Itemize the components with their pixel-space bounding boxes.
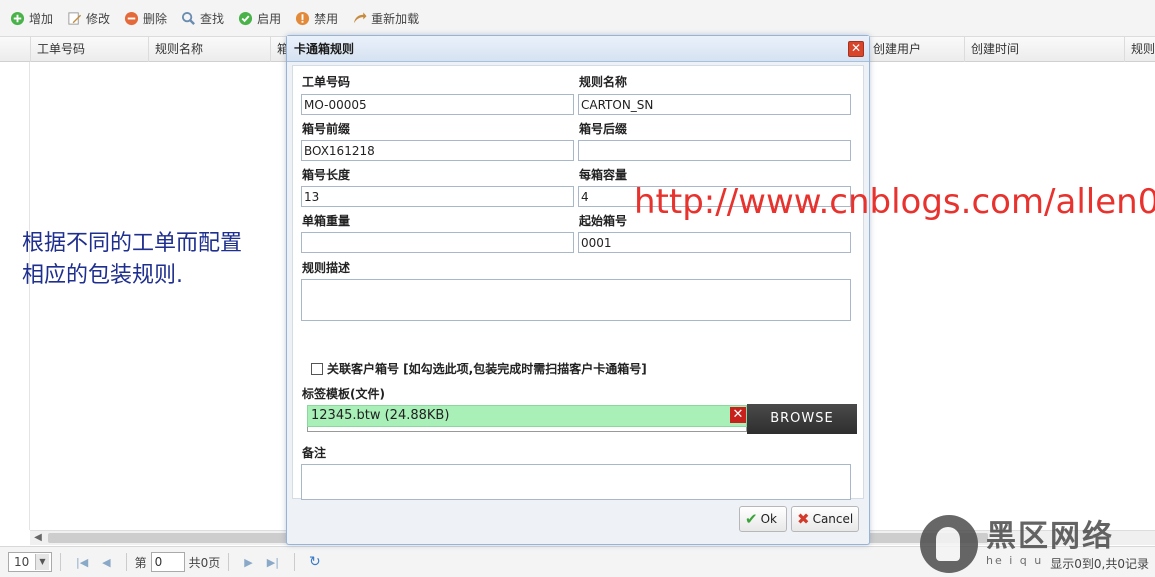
box-length-label: 箱号长度 [302, 168, 351, 182]
reload-button-label: 重新加载 [371, 11, 420, 26]
box-length-input[interactable] [301, 186, 574, 207]
add-button-label: 增加 [29, 11, 54, 26]
start-no-input[interactable] [578, 232, 851, 253]
column-header-box[interactable]: 箱 [270, 37, 286, 62]
dialog-footer: ✔ Ok ✖ Cancel [287, 502, 869, 544]
scroll-left-icon[interactable]: ◀ [30, 531, 46, 545]
next-page-icon[interactable]: ▶ [244, 556, 252, 569]
start-no-label: 起始箱号 [579, 214, 628, 228]
disable-button[interactable]: 禁用 [295, 10, 338, 27]
template-label: 标签模板(文件) [302, 387, 385, 401]
disable-icon [295, 11, 310, 26]
logo-text: 黑区网络 [986, 519, 1114, 554]
enable-icon [238, 11, 253, 26]
box-weight-input[interactable] [301, 232, 574, 253]
customer-box-checkbox-label: 关联客户箱号 [如勾选此项,包装完成时需扫描客户卡通箱号] [327, 362, 647, 376]
delete-button[interactable]: 删除 [124, 10, 167, 27]
column-header-rule-name[interactable]: 规则名称 [148, 37, 270, 62]
pager-separator [228, 553, 230, 571]
page-total-label: 共0页 [188, 555, 221, 570]
ok-button[interactable]: ✔ Ok [739, 506, 787, 532]
remove-file-icon[interactable]: ✕ [730, 407, 746, 423]
logo-watermark: 黑区网络 he i q u [920, 510, 1155, 577]
chevron-down-icon[interactable]: ▼ [35, 554, 49, 570]
rule-desc-textarea[interactable] [301, 279, 851, 321]
enable-button[interactable]: 启用 [238, 10, 281, 27]
enable-button-label: 启用 [257, 11, 282, 26]
browse-button[interactable]: BROWSE [747, 404, 857, 434]
cancel-icon: ✖ [797, 510, 810, 528]
close-icon[interactable]: ✕ [848, 41, 864, 57]
logo-icon [920, 514, 978, 573]
prev-page-icon[interactable]: ◀ [102, 556, 110, 569]
edit-icon [67, 11, 82, 26]
box-capacity-label: 每箱容量 [579, 168, 628, 182]
remark-textarea[interactable] [301, 464, 851, 500]
column-header-created-by[interactable]: 创建用户 [866, 37, 964, 62]
pager-separator [125, 553, 127, 571]
annotation-text: 根据不同的工单而配置 相应的包装规则. [22, 228, 284, 292]
url-watermark: http://www.cnblogs.com/allen0 [634, 182, 1155, 222]
uploaded-file-name: 12345.btw (24.88KB) [311, 408, 450, 423]
column-header-created-time[interactable]: 创建时间 [964, 37, 1124, 62]
customer-box-checkbox-row[interactable]: 关联客户箱号 [如勾选此项,包装完成时需扫描客户卡通箱号] [311, 360, 647, 377]
logo-subtext: he i q u [986, 554, 1044, 567]
page-size-value: 10 [14, 555, 30, 569]
dialog-title[interactable]: 卡通箱规则 [287, 36, 869, 62]
rule-name-label: 规则名称 [579, 75, 628, 89]
refresh-icon[interactable]: ↻ [309, 554, 321, 570]
column-header-mo-number[interactable]: 工单号码 [30, 37, 148, 62]
add-icon [10, 11, 25, 26]
annotation-line-2: 相应的包装规则. [22, 263, 183, 288]
search-button[interactable]: 查找 [181, 10, 224, 27]
mo-number-input[interactable] [301, 94, 574, 115]
box-suffix-input[interactable] [578, 140, 851, 161]
box-prefix-input[interactable] [301, 140, 574, 161]
pager-separator [60, 553, 61, 571]
delete-button-label: 删除 [143, 11, 168, 26]
annotation-line-1: 根据不同的工单而配置 [22, 231, 243, 256]
carton-rule-dialog: 卡通箱规则 ✕ 工单号码 规则名称 箱号前缀 箱号后缀 箱号长度 每箱容量 单箱… [286, 35, 870, 545]
rule-desc-label: 规则描述 [302, 261, 351, 275]
box-weight-label: 单箱重量 [302, 214, 351, 228]
add-button[interactable]: 增加 [10, 10, 53, 27]
customer-box-checkbox[interactable] [311, 362, 323, 375]
cancel-button[interactable]: ✖ Cancel [791, 506, 859, 532]
box-suffix-label: 箱号后缀 [579, 122, 628, 136]
toolbar: 增加 修改 删除 查找 启用 禁用 重新加载 [0, 0, 1155, 37]
edit-button-label: 修改 [86, 11, 111, 26]
page-size-select[interactable]: 10 ▼ [8, 552, 52, 572]
uploaded-file: 12345.btw (24.88KB) [307, 405, 747, 427]
disable-button-label: 禁用 [314, 11, 339, 26]
search-button-label: 查找 [200, 11, 225, 26]
box-prefix-label: 箱号前缀 [302, 122, 351, 136]
search-icon [181, 11, 196, 26]
column-header-rule[interactable]: 规则 [1124, 37, 1155, 62]
check-icon: ✔ [745, 510, 758, 528]
pager-separator [293, 553, 295, 571]
remark-label: 备注 [302, 446, 327, 460]
page-prefix-label: 第 [134, 555, 147, 570]
reload-icon [352, 11, 367, 26]
dialog-body: 工单号码 规则名称 箱号前缀 箱号后缀 箱号长度 每箱容量 单箱重量 起始箱号 … [292, 65, 864, 500]
page-number-input[interactable] [150, 552, 185, 572]
delete-icon [124, 11, 139, 26]
row-number-column [0, 62, 30, 530]
last-page-icon[interactable]: ▶| [267, 556, 279, 569]
first-page-icon[interactable]: |◀ [76, 556, 88, 569]
edit-button[interactable]: 修改 [67, 10, 110, 27]
mo-number-label: 工单号码 [302, 75, 351, 89]
rule-name-input[interactable] [578, 94, 851, 115]
upload-progress-bar [307, 427, 747, 432]
reload-button[interactable]: 重新加载 [352, 10, 419, 27]
